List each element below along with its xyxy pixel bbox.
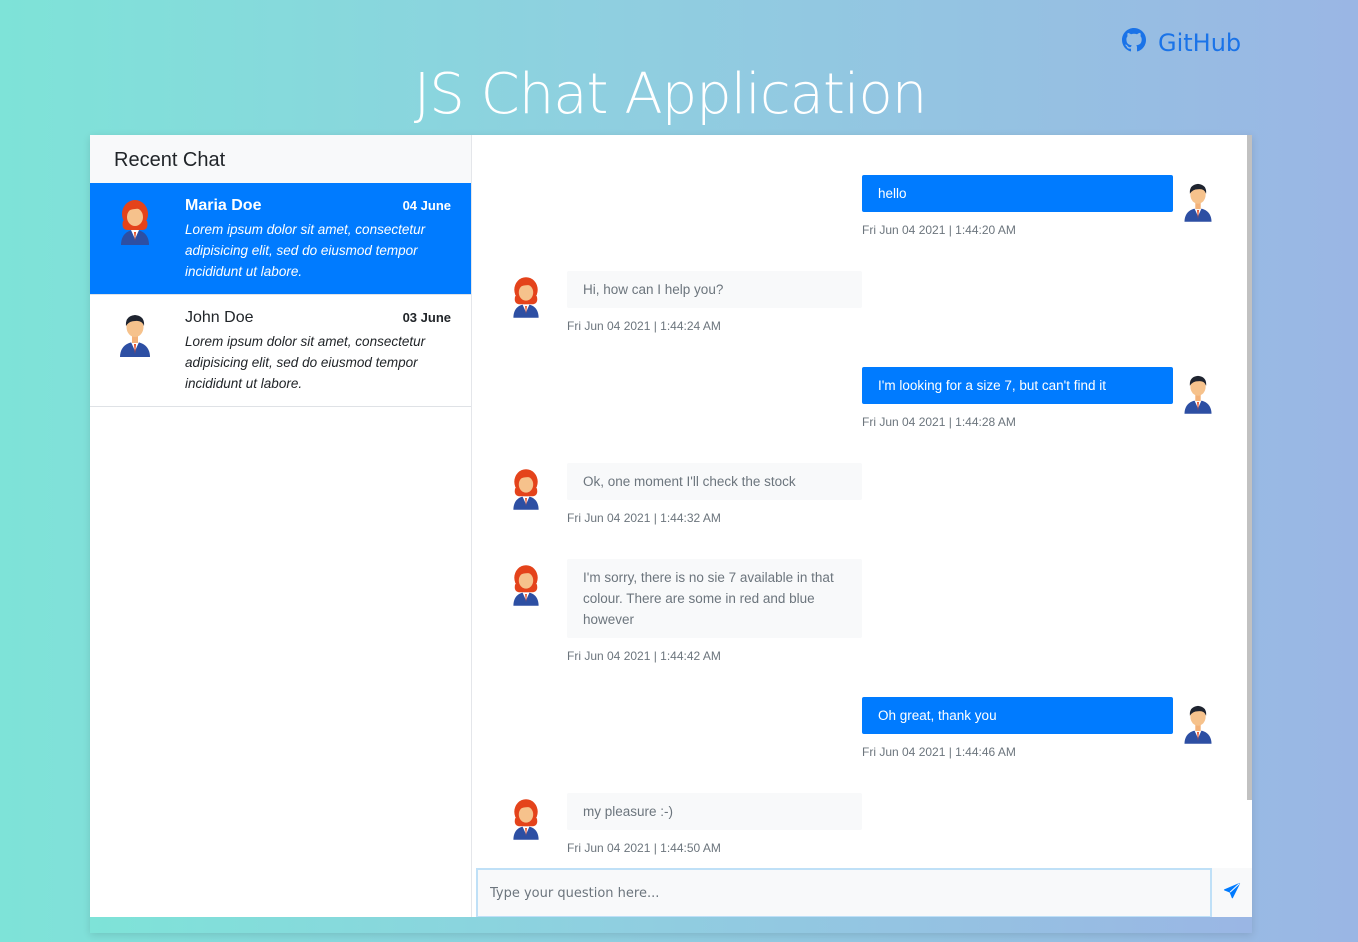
send-icon — [1223, 882, 1241, 905]
message-scrollbar[interactable] — [1247, 135, 1252, 800]
message-bubble: I'm looking for a size 7, but can't find… — [862, 367, 1173, 404]
male-avatar-icon — [1180, 179, 1216, 223]
message-bubble: my pleasure :-) — [567, 793, 862, 830]
conversation-date: 04 June — [402, 198, 451, 213]
message-input[interactable] — [476, 868, 1212, 918]
message-bubble: Hi, how can I help you? — [567, 271, 862, 308]
github-icon — [1122, 28, 1146, 58]
send-button[interactable] — [1212, 868, 1252, 918]
conversation-snippet: Lorem ipsum dolor sit amet, consectetur … — [185, 222, 426, 279]
conversation-name: Maria Doe — [185, 197, 262, 214]
page-title: JS Chat Application — [413, 62, 927, 127]
message-timestamp: Fri Jun 04 2021 | 1:44:20 AM — [862, 223, 1016, 237]
male-avatar-icon — [115, 311, 155, 357]
conversation-snippet: Lorem ipsum dolor sit amet, consectetur … — [185, 334, 426, 391]
female-avatar-icon — [508, 467, 544, 511]
conversation-date: 03 June — [402, 310, 451, 325]
conversation-item[interactable]: John Doe 03 June Lorem ipsum dolor sit ame… — [90, 295, 471, 407]
message-timestamp: Fri Jun 04 2021 | 1:44:46 AM — [862, 745, 1016, 759]
sidebar: Recent Chat Maria Doe 04 June Lorem ipsum … — [90, 135, 472, 917]
conversation-name: John Doe — [185, 309, 254, 326]
female-avatar-icon — [508, 797, 544, 841]
message-timestamp: Fri Jun 04 2021 | 1:44:24 AM — [567, 319, 721, 333]
message-timestamp: Fri Jun 04 2021 | 1:44:28 AM — [862, 415, 1016, 429]
message-bubble: Oh great, thank you — [862, 697, 1173, 734]
conversation-list: Maria Doe 04 June Lorem ipsum dolor sit am… — [90, 183, 471, 407]
male-avatar-icon — [1180, 371, 1216, 415]
message-bubble: I'm sorry, there is no sie 7 available i… — [567, 559, 862, 638]
male-avatar-icon — [1180, 701, 1216, 745]
message-bubble: Ok, one moment I'll check the stock — [567, 463, 862, 500]
female-avatar-icon — [508, 275, 544, 319]
female-avatar-icon — [115, 199, 155, 245]
sidebar-title: Recent Chat — [90, 135, 471, 183]
message-area[interactable]: hello Fri Jun 04 2021 | 1:44:20 AM Hi, how… — [476, 135, 1252, 917]
composer — [476, 868, 1252, 918]
message-timestamp: Fri Jun 04 2021 | 1:44:32 AM — [567, 511, 721, 525]
message-bubble: hello — [862, 175, 1173, 212]
message-timestamp: Fri Jun 04 2021 | 1:44:42 AM — [567, 649, 721, 663]
conversation-item[interactable]: Maria Doe 04 June Lorem ipsum dolor sit am… — [90, 183, 471, 295]
card-footer-strip — [90, 917, 1252, 933]
github-link[interactable]: GitHub — [1122, 28, 1241, 58]
female-avatar-icon — [508, 563, 544, 607]
github-label: GitHub — [1158, 29, 1242, 57]
chat-card: Recent Chat Maria Doe 04 June Lorem ipsum … — [90, 135, 1252, 933]
message-timestamp: Fri Jun 04 2021 | 1:44:50 AM — [567, 841, 721, 855]
